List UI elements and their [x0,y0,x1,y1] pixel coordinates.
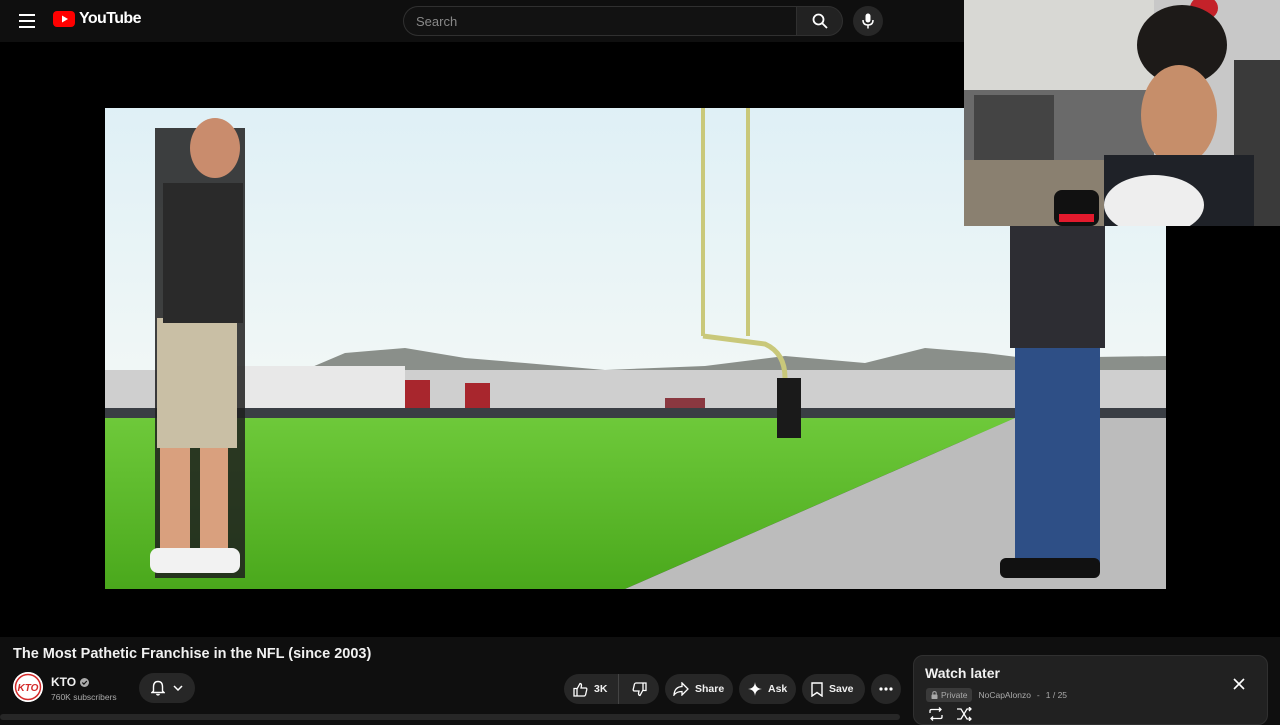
channel-avatar[interactable]: KTO [13,672,43,702]
share-icon [673,682,689,696]
bookmark-icon [811,681,823,697]
privacy-badge: Private [926,688,973,702]
shuffle-icon[interactable] [956,707,972,721]
streamer-webcam-overlay [964,0,1280,226]
search-input[interactable] [403,6,796,36]
share-label: Share [695,683,725,695]
privacy-label: Private [941,690,968,700]
sparkle-icon [748,682,762,696]
playlist-controls [928,707,972,721]
youtube-logo[interactable]: YouTube [53,10,141,28]
channel-info: KTO 760K subscribers [51,675,117,702]
verified-badge-icon [80,677,90,687]
search-button[interactable] [796,6,843,36]
search-bar [403,6,843,36]
ask-button[interactable]: Ask [739,674,796,704]
save-label: Save [829,683,854,695]
video-title: The Most Pathetic Franchise in the NFL (… [13,646,372,662]
bell-icon [151,680,165,696]
logo-text: YouTube [79,10,141,27]
playlist-meta: Private NoCapAlonzo - 1 / 25 [926,688,1067,702]
save-button[interactable]: Save [802,674,865,704]
mic-icon [862,13,874,29]
more-actions-button[interactable] [871,674,901,704]
watch-later-playlist-panel: Watch later Private NoCapAlonzo - 1 / 25 [913,655,1268,725]
like-button[interactable]: 3K [564,674,619,704]
svg-text:KTO: KTO [18,683,39,694]
video-player[interactable] [0,0,1280,637]
dislike-button[interactable] [619,674,659,704]
playlist-position: 1 / 25 [1045,690,1068,700]
menu-icon [19,14,35,28]
ask-label: Ask [768,683,788,695]
loop-icon[interactable] [928,707,944,721]
like-dislike-group: 3K [564,674,659,704]
notification-bell-button[interactable] [139,673,195,703]
chevron-down-icon [173,685,183,691]
search-icon [812,13,828,29]
youtube-logo-icon [53,11,75,27]
like-count: 3K [594,683,608,695]
description-box-edge [0,714,900,720]
close-icon [1233,678,1245,690]
lock-icon [931,691,938,699]
thumbs-up-icon [573,682,588,697]
channel-name[interactable]: KTO [51,675,76,689]
playlist-title[interactable]: Watch later [925,665,1000,681]
playlist-owner[interactable]: NoCapAlonzo [978,690,1030,700]
subscriber-count: 760K subscribers [51,692,117,702]
menu-button[interactable] [14,8,40,34]
more-horizontal-icon [879,687,893,691]
voice-search-button[interactable] [853,6,883,36]
share-button[interactable]: Share [665,674,733,704]
close-playlist-button[interactable] [1231,676,1247,692]
thumbs-down-icon [632,681,647,696]
kto-logo-icon: KTO [13,672,43,702]
